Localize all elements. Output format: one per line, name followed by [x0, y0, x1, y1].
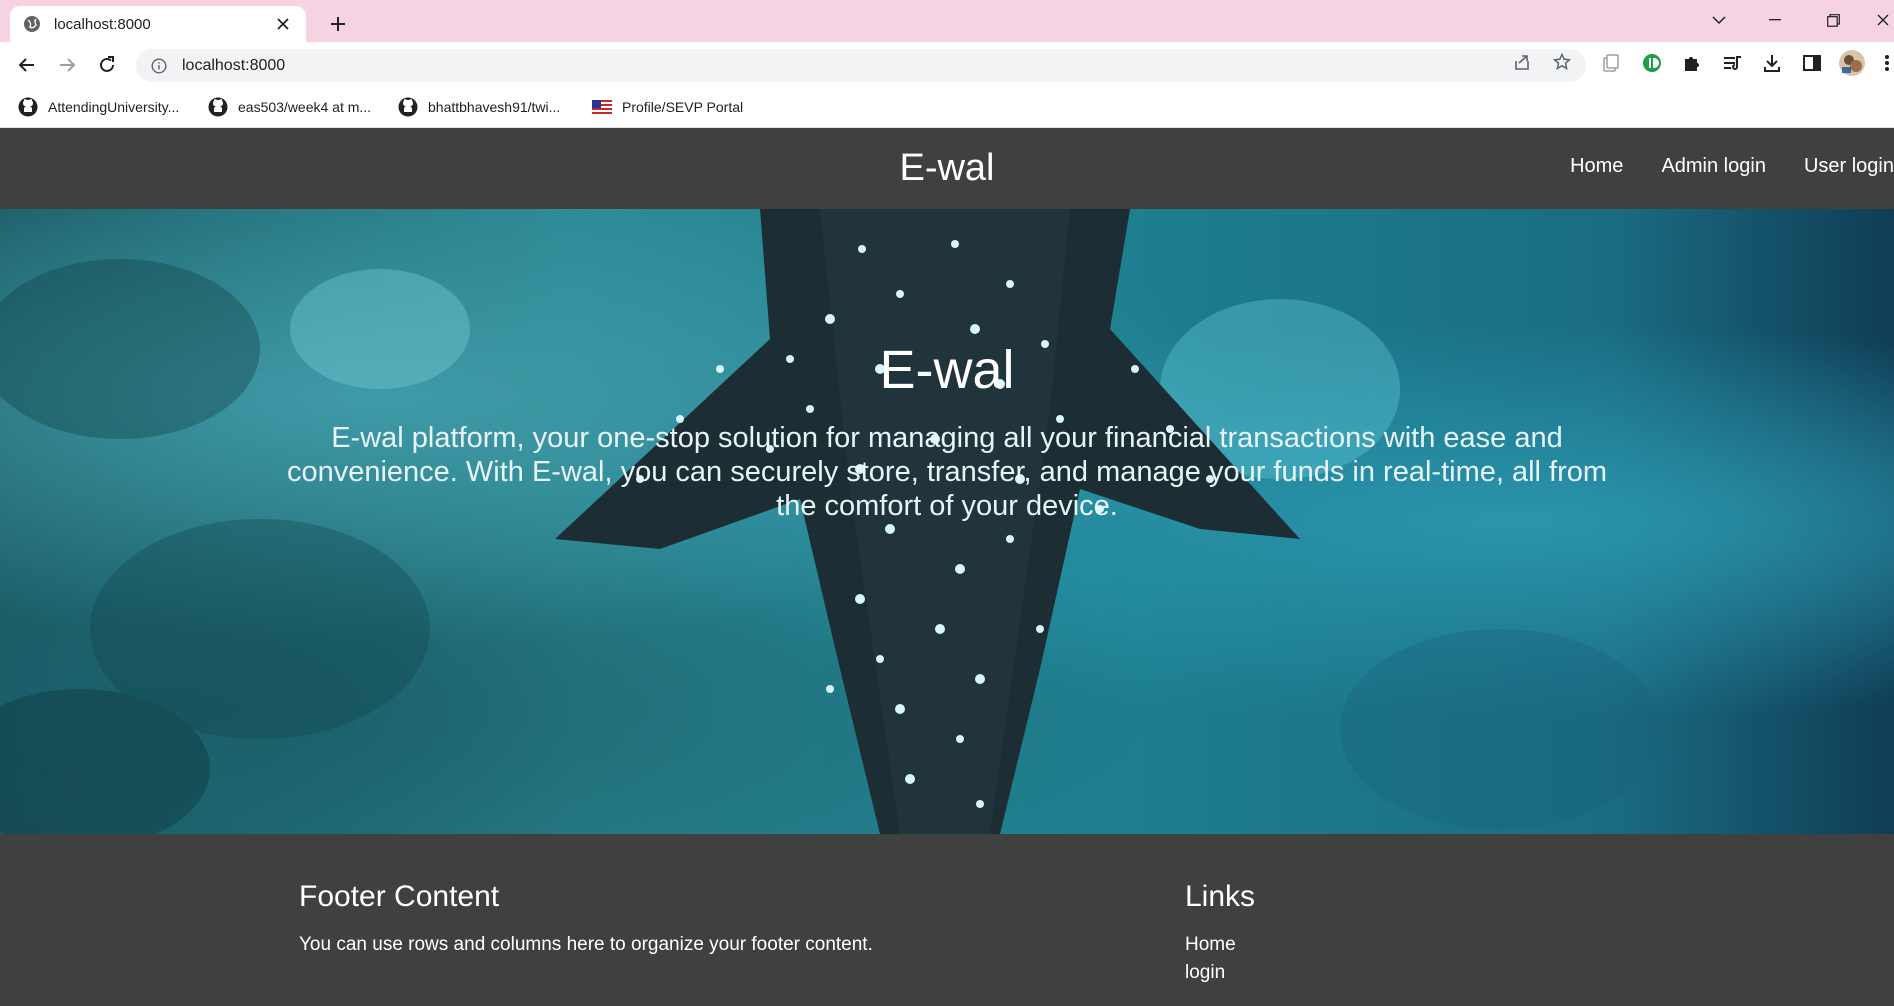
browser-toolbar: localhost:8000 — [0, 42, 1894, 88]
restore-icon[interactable] — [1818, 8, 1848, 32]
brand-link[interactable]: E-wal — [899, 147, 994, 189]
extensions-puzzle-icon[interactable] — [1680, 51, 1704, 75]
menu-kebab-icon[interactable] — [1880, 51, 1894, 75]
footer-home-link[interactable]: Home — [1185, 934, 1236, 956]
nav-home-link[interactable]: Home — [1570, 155, 1623, 178]
download-icon[interactable] — [1760, 51, 1784, 75]
tab-title: localhost:8000 — [54, 15, 151, 33]
address-bar[interactable]: localhost:8000 — [136, 49, 1586, 82]
github-icon — [208, 97, 228, 117]
nav-user-login-link[interactable]: User login — [1804, 155, 1894, 178]
nav-admin-login-link[interactable]: Admin login — [1661, 155, 1766, 178]
share-icon[interactable] — [1510, 50, 1534, 74]
bookmark-label: AttendingUniversity... — [48, 99, 180, 115]
github-icon — [18, 97, 38, 117]
address-url: localhost:8000 — [182, 56, 286, 74]
profile-avatar[interactable] — [1838, 49, 1866, 77]
hero-description: E-wal platform, your one-stop solution f… — [286, 422, 1608, 522]
bookmark-item[interactable]: eas503/week4 at m... — [208, 94, 371, 120]
bookmarks-bar: AttendingUniversity... eas503/week4 at m… — [0, 88, 1894, 128]
bookmark-item[interactable]: Profile/SEVP Portal — [592, 94, 743, 120]
side-panel-icon[interactable] — [1800, 51, 1824, 75]
bookmark-item[interactable]: bhattbhavesh91/twi... — [398, 94, 560, 120]
new-tab-button[interactable] — [324, 10, 352, 38]
github-icon — [398, 97, 418, 117]
bookmark-label: bhattbhavesh91/twi... — [428, 99, 561, 115]
hero-section: E-wal E-wal platform, your one-stop solu… — [0, 209, 1894, 834]
hero-title: E-wal — [879, 340, 1015, 400]
nav-links: Home Admin login User login — [1532, 155, 1894, 178]
forward-icon[interactable] — [53, 51, 81, 79]
tab-search-icon[interactable] — [1704, 8, 1734, 32]
close-window-icon[interactable] — [1872, 8, 1894, 32]
close-tab-icon[interactable] — [272, 13, 294, 35]
reading-list-icon[interactable] — [1720, 51, 1744, 75]
bookmark-item[interactable]: AttendingUniversity... — [18, 94, 179, 120]
extension-green-icon[interactable] — [1640, 51, 1664, 75]
site-footer: Footer Content You can use rows and colu… — [0, 834, 1894, 1006]
minimize-icon[interactable] — [1760, 8, 1790, 32]
site-navbar: E-wal Home Admin login User login — [0, 129, 1894, 209]
footer-content-title: Footer Content — [299, 880, 500, 913]
back-icon[interactable] — [13, 51, 41, 79]
us-flag-icon — [592, 97, 612, 117]
footer-login-link[interactable]: login — [1185, 962, 1225, 984]
browser-tabstrip: localhost:8000 — [0, 0, 1894, 42]
bookmark-label: Profile/SEVP Portal — [622, 99, 744, 115]
reload-icon[interactable] — [93, 51, 121, 79]
site-info-icon[interactable] — [150, 57, 168, 75]
footer-links-title: Links — [1185, 880, 1256, 913]
extension-docs-icon[interactable] — [1599, 51, 1623, 75]
bookmark-star-icon[interactable] — [1550, 50, 1574, 74]
browser-tab[interactable]: localhost:8000 — [10, 6, 306, 42]
globe-icon — [22, 14, 42, 34]
bookmark-label: eas503/week4 at m... — [238, 99, 372, 115]
footer-content-text: You can use rows and columns here to org… — [299, 934, 873, 955]
